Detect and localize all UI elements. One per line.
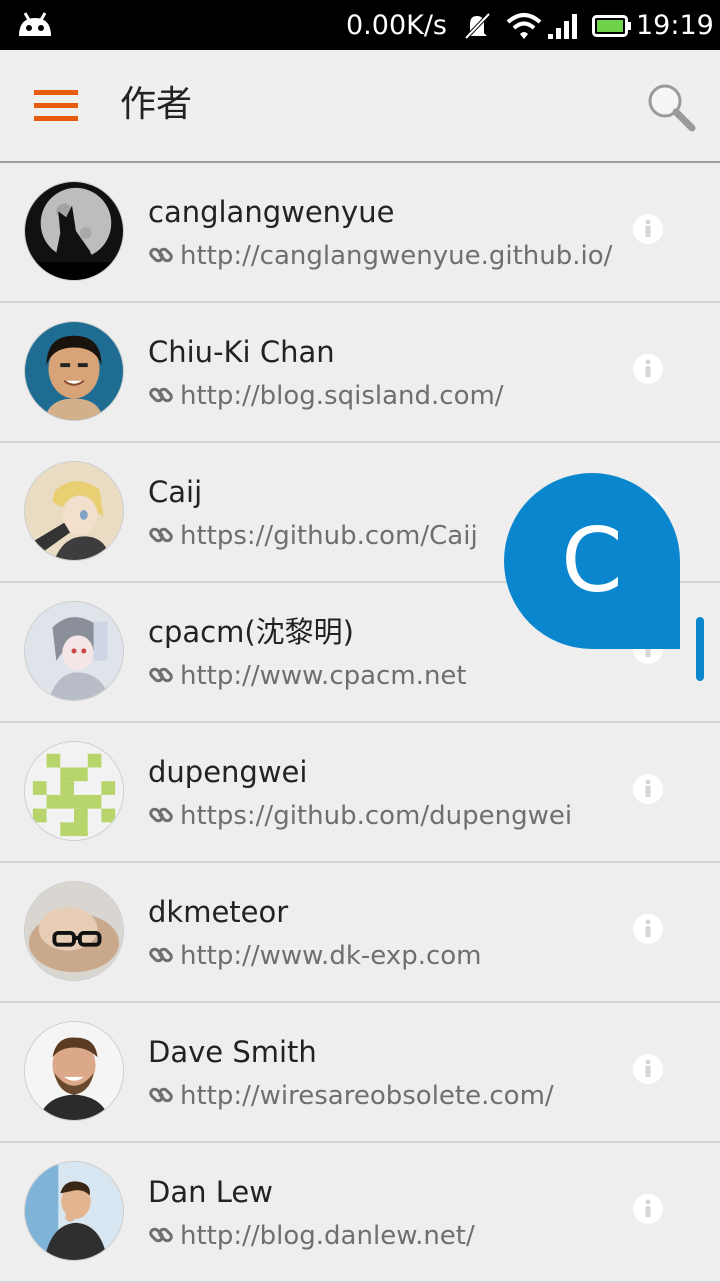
author-url-text: https://github.com/dupengwei (180, 801, 573, 831)
link-icon (149, 387, 173, 403)
info-icon[interactable] (632, 353, 664, 385)
android-notification-icon (19, 12, 51, 36)
list-item[interactable]: Dave Smith http://wiresareobsolete.com/ (0, 1003, 720, 1143)
link-icon (149, 1227, 173, 1243)
link-icon (149, 247, 173, 263)
list-item[interactable]: dkmeteor http://www.dk-exp.com (0, 863, 720, 1003)
link-icon (149, 667, 173, 683)
avatar (24, 1161, 124, 1261)
author-url[interactable]: https://github.com/Caij (148, 519, 478, 553)
info-icon[interactable] (632, 1053, 664, 1085)
author-url[interactable]: https://github.com/dupengwei (148, 799, 572, 833)
info-icon[interactable] (632, 1193, 664, 1225)
author-url-text: http://blog.danlew.net/ (180, 1221, 475, 1251)
author-list: canglangwenyue http://canglangwenyue.git… (0, 163, 720, 1283)
link-icon (149, 807, 173, 823)
avatar (24, 1021, 124, 1121)
author-url[interactable]: http://blog.danlew.net/ (148, 1219, 475, 1253)
author-name: Chiu-Ki Chan (148, 335, 335, 369)
link-icon (149, 1087, 173, 1103)
author-url[interactable]: http://www.cpacm.net (148, 659, 467, 693)
info-icon[interactable] (632, 913, 664, 945)
author-url-text: http://www.dk-exp.com (180, 941, 482, 971)
list-item[interactable]: Dan Lew http://blog.danlew.net/ (0, 1143, 720, 1283)
section-index-bubble: C (504, 473, 680, 649)
notifications-muted-icon (464, 12, 491, 40)
link-icon (149, 947, 173, 963)
clock: 19:19 (636, 10, 714, 41)
author-url[interactable]: http://canglangwenyue.github.io/ (148, 239, 612, 273)
author-url[interactable]: http://blog.sqisland.com/ (148, 379, 504, 413)
author-name: dkmeteor (148, 895, 289, 929)
avatar (24, 181, 124, 281)
info-icon[interactable] (632, 773, 664, 805)
wifi-icon (506, 13, 542, 39)
avatar (24, 321, 124, 421)
list-item[interactable]: canglangwenyue http://canglangwenyue.git… (0, 163, 720, 303)
author-url[interactable]: http://www.dk-exp.com (148, 939, 482, 973)
author-url-text: http://www.cpacm.net (180, 661, 467, 691)
author-name: Dan Lew (148, 1175, 273, 1209)
page-title: 作者 (120, 84, 193, 125)
avatar (24, 741, 124, 841)
author-name: cpacm(沈黎明) (148, 615, 354, 649)
avatar (24, 461, 124, 561)
list-item[interactable]: Chiu-Ki Chan http://blog.sqisland.com/ (0, 303, 720, 443)
avatar (24, 881, 124, 981)
author-url-text: http://blog.sqisland.com/ (180, 381, 504, 411)
author-url-text: http://canglangwenyue.github.io/ (180, 241, 613, 271)
author-name: Dave Smith (148, 1035, 317, 1069)
author-name: canglangwenyue (148, 195, 395, 229)
author-name: Caij (148, 475, 203, 509)
author-name: dupengwei (148, 755, 308, 789)
network-speed: 0.00K/s (346, 10, 447, 41)
avatar (24, 601, 124, 701)
author-url-text: http://wiresareobsolete.com/ (180, 1081, 554, 1111)
link-icon (149, 527, 173, 543)
author-url[interactable]: http://wiresareobsolete.com/ (148, 1079, 554, 1113)
hamburger-menu-icon[interactable] (34, 90, 78, 122)
search-icon[interactable] (644, 80, 698, 134)
info-icon[interactable] (632, 213, 664, 245)
fast-scroll-thumb[interactable] (696, 617, 704, 681)
signal-strength-icon (548, 14, 577, 39)
list-item[interactable]: dupengwei https://github.com/dupengwei (0, 723, 720, 863)
app-bar: 作者 (0, 50, 720, 163)
status-bar: 0.00K/s 19:19 (0, 0, 720, 50)
battery-icon (592, 15, 631, 37)
author-url-text: https://github.com/Caij (180, 521, 478, 551)
